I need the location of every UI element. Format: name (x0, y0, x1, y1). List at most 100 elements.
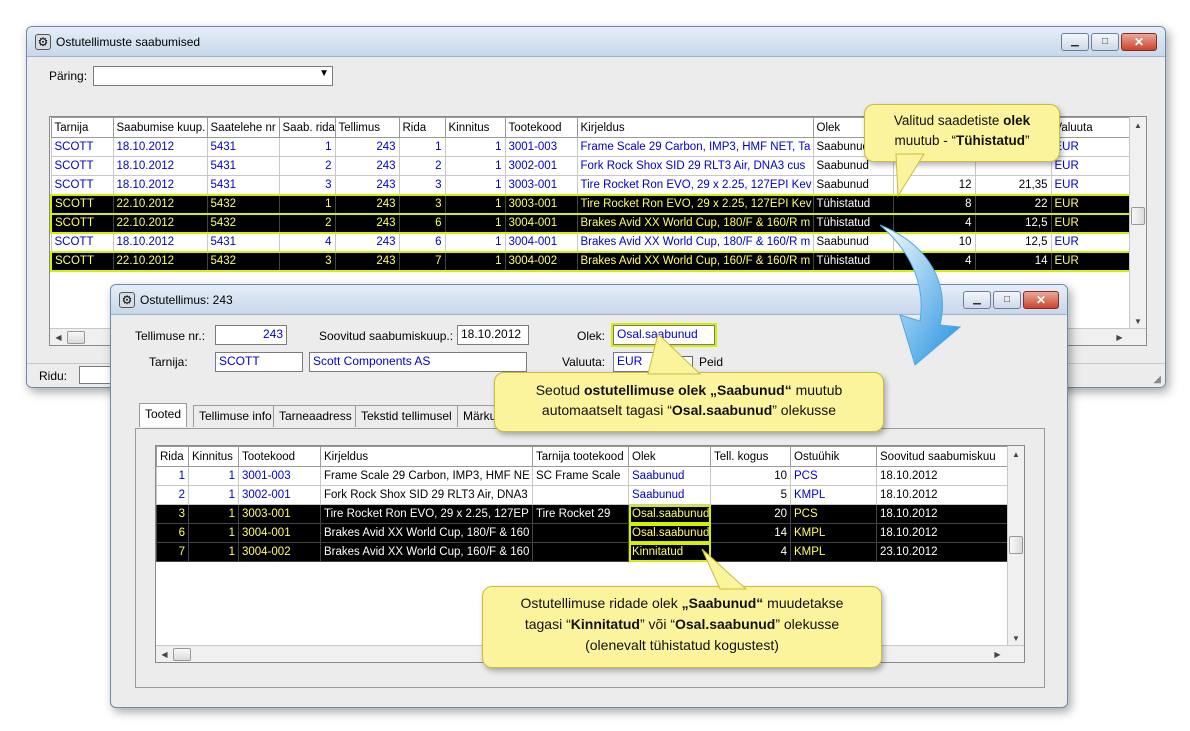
table-cell: EUR (1050, 212, 1132, 234)
resize-grip-icon[interactable]: ◢ (1153, 374, 1161, 385)
supplier-name-field: Scott Components AS (309, 352, 527, 372)
table-cell: Frame Scale 29 Carbon, IMP3, HMF NET, Ta (576, 137, 814, 157)
order-nr-field[interactable]: 243 (215, 325, 287, 345)
column-header[interactable]: Rida (398, 117, 446, 138)
scroll-left-icon[interactable]: ◀ (50, 333, 67, 342)
table-cell: 10 (710, 466, 791, 486)
tab-tellimuse-info[interactable]: Tellimuse info (193, 405, 278, 427)
table-cell: Brakes Avid XX World Cup, 180/F & 160/R … (576, 232, 814, 252)
column-header[interactable]: Tellimus (334, 117, 400, 138)
scroll-right-icon[interactable]: ▶ (989, 650, 1006, 659)
hscroll-thumb[interactable] (67, 330, 85, 344)
tab-tooted[interactable]: Tooted (139, 403, 188, 427)
table-cell: EUR (1050, 137, 1132, 157)
table-cell: 1 (444, 175, 506, 195)
scroll-up-icon[interactable]: ▲ (1130, 117, 1146, 134)
column-header[interactable]: Kirjeldus (576, 117, 814, 138)
main-grid-vscrollbar[interactable]: ▲ ▼ (1129, 117, 1146, 330)
table-row[interactable]: 1 1 3001-003 Frame Scale 29 Carbon, IMP3, H… (156, 466, 1009, 486)
column-header[interactable]: Kinnitus (188, 446, 239, 467)
column-header[interactable]: Tarnija tootekood (532, 446, 629, 467)
table-cell: 5432 (206, 250, 280, 272)
table-cell: 243 (334, 250, 400, 272)
app-icon: ⚙ (119, 291, 135, 308)
table-cell: 1 (188, 523, 239, 543)
minimize-button[interactable]: ▁ (1061, 33, 1089, 51)
table-cell: 1 (444, 156, 506, 176)
column-header[interactable]: Tarnija (50, 117, 114, 138)
table-cell: 22.10.2012 (112, 193, 208, 215)
column-header[interactable]: Soovitud saabumiskuu (876, 446, 1009, 467)
table-cell: 5431 (206, 156, 280, 176)
column-header[interactable]: Valuuta (1050, 117, 1132, 138)
tab-tekstid-tellimusel[interactable]: Tekstid tellimusel (355, 405, 458, 427)
table-cell: Tire Rocket Ron EVO, 29 x 2.25, 127EPI K… (576, 193, 814, 215)
scroll-right-icon[interactable]: ▶ (1111, 333, 1128, 342)
scroll-thumb[interactable] (1131, 207, 1145, 225)
table-cell: 243 (334, 156, 400, 176)
close-button[interactable]: ✕ (1023, 291, 1059, 309)
supplier-code-field[interactable]: SCOTT (215, 352, 303, 372)
maximize-button[interactable]: □ (993, 291, 1021, 309)
table-cell: SCOTT (50, 175, 114, 195)
table-cell: 243 (334, 137, 400, 157)
table-row[interactable]: 3 1 3003-001 Tire Rocket Ron EVO, 29 x 2.25… (156, 504, 1009, 524)
table-cell: Tühistatud (812, 193, 894, 215)
table-row[interactable]: SCOTT 22.10.2012 5432 1 243 3 1 3003-001 Tire Ro… (50, 193, 1132, 215)
supplier-label: Tarnija: (149, 355, 188, 369)
table-cell: 6 (398, 232, 446, 252)
table-cell: 18.10.2012 (876, 504, 1009, 524)
column-header[interactable]: Tootekood (504, 117, 578, 138)
table-row[interactable]: SCOTT 18.10.2012 5431 3 243 3 1 3003-001 Tire Ro… (50, 175, 1132, 195)
maximize-button[interactable]: □ (1091, 33, 1119, 51)
column-header[interactable]: Tell. kogus (710, 446, 791, 467)
table-cell: EUR (1050, 193, 1132, 215)
column-header[interactable]: Tootekood (238, 446, 321, 467)
table-cell: Fork Rock Shox SID 29 RLT3 Air, DNA3 cus (576, 156, 814, 176)
table-cell: 14 (710, 523, 791, 543)
table-cell: SCOTT (50, 137, 114, 157)
table-row[interactable]: 7 1 3004-002 Brakes Avid XX World Cup, 160/… (156, 542, 1009, 562)
column-header[interactable]: Ostuühik (790, 446, 877, 467)
table-cell: 22 (974, 193, 1052, 215)
scroll-up-icon[interactable]: ▲ (1008, 446, 1024, 463)
table-row[interactable]: 6 1 3004-001 Brakes Avid XX World Cup, 180/… (156, 523, 1009, 543)
scroll-thumb[interactable] (1009, 536, 1023, 554)
close-button[interactable]: ✕ (1121, 33, 1157, 51)
tab-tarneaadress[interactable]: Tarneaadress (273, 405, 358, 427)
table-cell: Tire Rocket Ron EVO, 29 x 2.25, 127EP (320, 504, 533, 524)
column-header[interactable]: Saab. rida (278, 117, 336, 138)
table-cell: EUR (1050, 250, 1132, 272)
column-header[interactable]: Saatelehe nr (206, 117, 280, 138)
table-cell: EUR (1050, 232, 1132, 252)
column-header[interactable]: Olek (628, 446, 711, 467)
column-header[interactable]: Kirjeldus (320, 446, 533, 467)
table-cell: 3 (398, 175, 446, 195)
table-row[interactable]: 2 1 3002-001 Fork Rock Shox SID 29 RLT3 Air… (156, 485, 1009, 505)
table-cell: 3002-001 (238, 485, 321, 505)
scroll-left-icon[interactable]: ◀ (156, 650, 173, 659)
order-grid-vscrollbar[interactable]: ▲ ▼ (1007, 446, 1024, 647)
column-header[interactable]: Saabumise kuup. (112, 117, 208, 138)
table-cell: 18.10.2012 (112, 137, 208, 157)
table-cell: 18.10.2012 (876, 466, 1009, 486)
desired-date-field[interactable]: 18.10.2012 (457, 325, 529, 345)
status-label: Olek: (577, 329, 606, 343)
table-cell: 3003-001 (504, 175, 578, 195)
column-header[interactable]: Kinnitus (444, 117, 506, 138)
query-select[interactable]: ▼ (93, 66, 333, 86)
table-cell: 22.10.2012 (112, 250, 208, 272)
table-cell: SCOTT (50, 232, 114, 252)
hscroll-thumb[interactable] (173, 647, 191, 661)
callout-pointer (895, 153, 925, 198)
table-cell: 3 (156, 504, 189, 524)
chevron-down-icon[interactable]: ▼ (319, 68, 329, 79)
table-cell (532, 485, 629, 505)
table-cell: 1 (188, 504, 239, 524)
app-icon: ⚙ (35, 33, 51, 50)
table-cell: 1 (444, 193, 506, 215)
table-cell: 3002-001 (504, 156, 578, 176)
table-cell: 1 (188, 466, 239, 486)
column-header[interactable]: Rida (156, 446, 189, 467)
table-cell: 5431 (206, 232, 280, 252)
